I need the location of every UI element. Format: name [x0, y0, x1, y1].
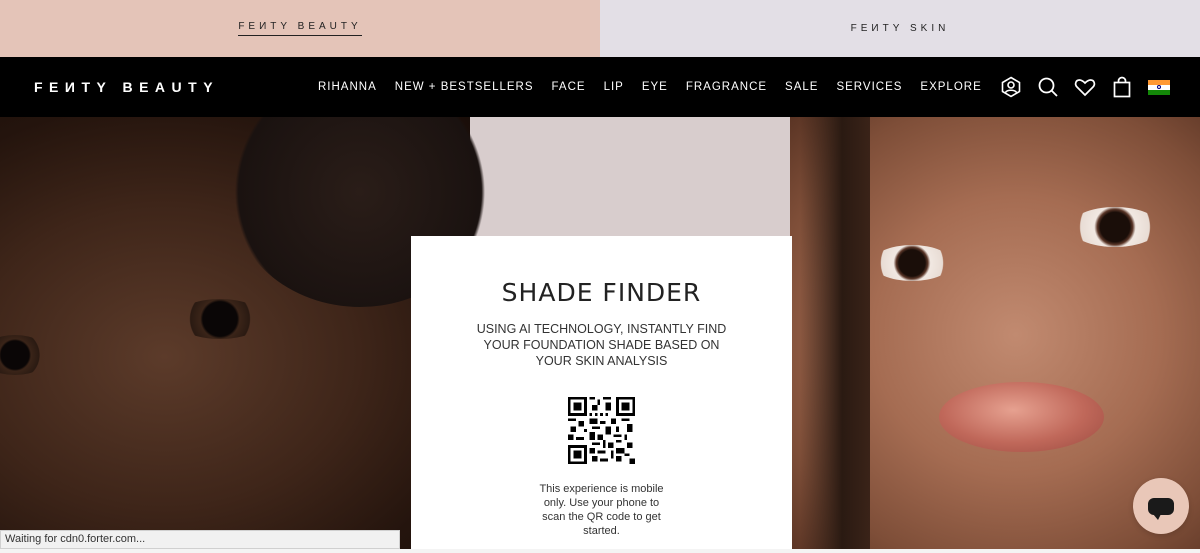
nav-menu: RIHANNA NEW + BESTSELLERS FACE LIP EYE F…	[318, 81, 982, 93]
nav-item-explore[interactable]: EXPLORE	[920, 81, 981, 93]
nav-item-new-bestsellers[interactable]: NEW + BESTSELLERS	[395, 81, 534, 93]
page-bottom-strip	[0, 549, 1200, 553]
model-right-hair	[800, 117, 870, 553]
nav-item-lip[interactable]: LIP	[604, 81, 624, 93]
tab-fenty-beauty-label: FEИTY BEAUTY	[238, 21, 362, 36]
nav-item-sale[interactable]: SALE	[785, 81, 818, 93]
site-logo[interactable]: FEИTY BEAUTY	[34, 79, 219, 95]
chat-icon	[1148, 497, 1174, 520]
browser-status-bar: Waiting for cdn0.forter.com...	[0, 530, 400, 549]
tab-fenty-skin[interactable]: FEИTY SKIN	[600, 0, 1200, 57]
nav-item-face[interactable]: FACE	[552, 81, 586, 93]
search-icon[interactable]	[1037, 76, 1059, 98]
nav-item-fragrance[interactable]: FRAGRANCE	[686, 81, 767, 93]
qr-code	[568, 397, 635, 464]
tab-fenty-beauty[interactable]: FEИTY BEAUTY	[0, 0, 600, 57]
nav-item-eye[interactable]: EYE	[642, 81, 668, 93]
nav-item-rihanna[interactable]: RIHANNA	[318, 81, 377, 93]
shade-finder-card: SHADE FINDER Using AI technology, instan…	[411, 236, 792, 553]
account-icon[interactable]	[1000, 76, 1022, 98]
nav-item-services[interactable]: SERVICES	[836, 81, 902, 93]
india-flag-icon[interactable]	[1148, 76, 1170, 98]
bag-icon[interactable]	[1111, 76, 1133, 98]
chat-button[interactable]	[1133, 478, 1189, 534]
brand-switcher: FEИTY BEAUTY FEИTY SKIN	[0, 0, 1200, 57]
tab-fenty-skin-label: FEИTY SKIN	[850, 23, 950, 34]
model-right-lips	[939, 382, 1104, 452]
model-right-eye-2	[872, 245, 952, 281]
shade-finder-note: This experience is mobile only. Use your…	[539, 483, 664, 537]
shade-finder-title: SHADE FINDER	[501, 278, 702, 307]
nav-icons	[1000, 76, 1170, 98]
shade-finder-description: Using AI technology, instantly find your…	[476, 322, 727, 368]
heart-icon[interactable]	[1074, 76, 1096, 98]
model-right-eye	[1070, 207, 1160, 247]
model-left-eye	[175, 299, 265, 339]
main-nav: FEИTY BEAUTY RIHANNA NEW + BESTSELLERS F…	[0, 57, 1200, 117]
